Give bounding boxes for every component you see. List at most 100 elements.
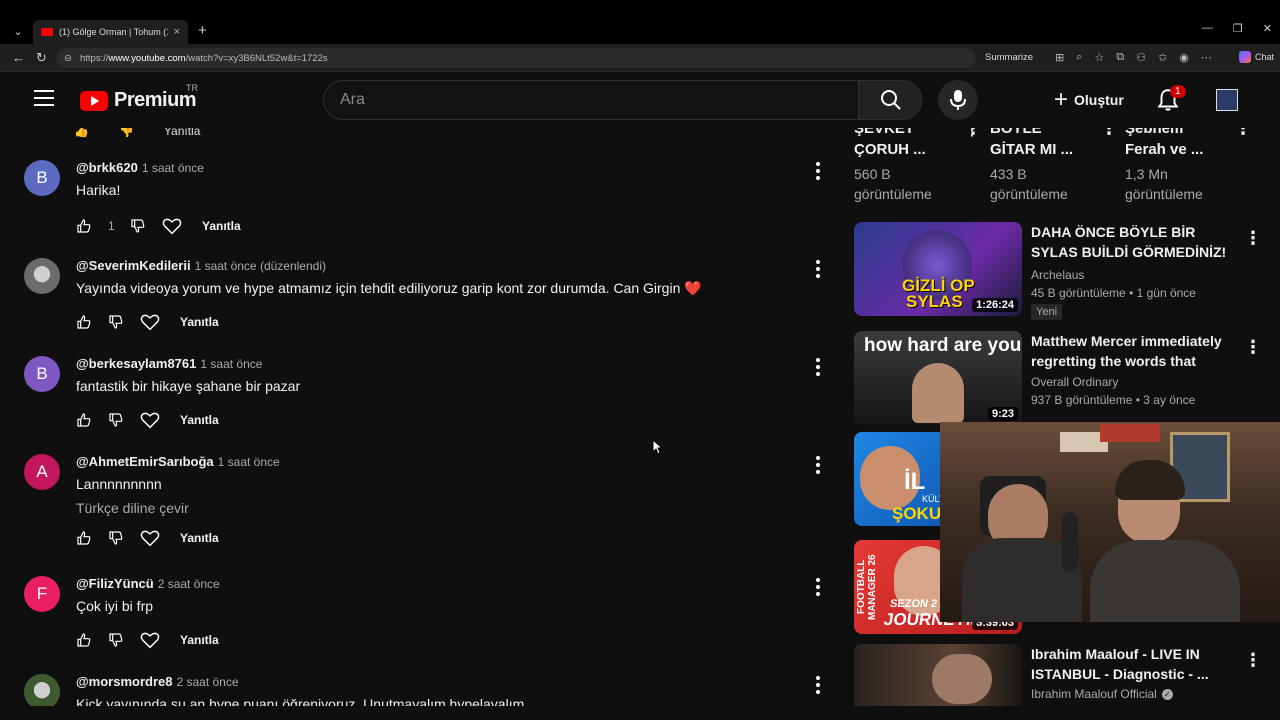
like-icon[interactable] [76,630,108,650]
heart-icon[interactable] [140,630,172,650]
reply-button[interactable]: Yanıtla [164,128,200,138]
tab-search-chevron-icon[interactable]: ⌄ [8,22,28,42]
comment-time[interactable]: 1 saat önce (düzenlendi) [195,259,326,273]
comment-author[interactable]: @morsmordre8 [76,674,172,689]
dislike-icon[interactable] [108,528,140,548]
back-icon[interactable]: ← [12,50,25,65]
comment-author[interactable]: @AhmetEmirSarıboğa [76,454,214,469]
comment-avatar[interactable]: B [24,160,60,196]
menu-icon[interactable] [34,90,54,106]
maximize-icon[interactable]: ❐ [1233,22,1243,35]
heart-icon[interactable] [140,312,172,332]
recommended-video[interactable]: how hard are you? 9:23 Matthew Mercer im… [854,331,1264,425]
browser-tab[interactable]: (1) Gölge Orman | Tohum (1. Bölüm × [33,20,188,44]
video-meta: 45 B görüntüleme • 1 gün önce [1031,286,1196,300]
video-channel[interactable]: Ibrahim Maalouf Official ✓ [1031,687,1231,701]
reader-icon[interactable]: ⊞ [1055,51,1064,64]
search-button[interactable] [858,80,922,120]
video-thumbnail[interactable]: GİZLİ OP SYLAS 1:26:24 [854,222,1022,316]
translate-link[interactable]: Türkçe diline çevir [76,500,189,516]
video-thumbnail[interactable]: how hard are you? 9:23 [854,331,1022,425]
site-info-icon[interactable]: ⊝ [64,53,72,64]
more-options-icon[interactable]: ⋮ [1244,228,1262,249]
heart-icon[interactable] [140,528,172,548]
dislike-icon[interactable] [108,630,140,650]
like-icon[interactable]: 👍 [74,128,89,138]
comment-more-options-icon[interactable] [814,260,822,278]
comment-time[interactable]: 1 saat önce [142,161,204,175]
more-options-icon[interactable]: ⋮ [1244,650,1262,671]
short-more-options-icon[interactable]: ⋮ [1234,128,1252,139]
comment-more-options-icon[interactable] [814,676,822,694]
favorites-icon[interactable]: ✩ [1158,51,1167,64]
youtube-premium-logo[interactable]: Premium TR [80,83,198,112]
reply-button[interactable]: Yanıtla [180,531,219,545]
url-input[interactable]: ⊝ https://www.youtube.com/watch?v=xy3B6N… [56,48,976,68]
comment-time[interactable]: 2 saat önce [158,577,220,591]
more-options-icon[interactable]: ⋮ [1244,337,1262,358]
like-icon[interactable] [76,410,108,430]
zoom-icon[interactable]: ⌕ [1076,51,1082,64]
comment-author[interactable]: @berkesaylam8761 [76,356,196,371]
comment-more-options-icon[interactable] [814,358,822,376]
video-channel[interactable]: Overall Ordinary [1031,375,1231,389]
new-tab-icon[interactable]: + [198,22,207,39]
short-more-options-icon[interactable]: ⋮ [1100,128,1118,139]
reply-button[interactable]: Yanıtla [180,413,219,427]
comment-author[interactable]: @SeverimKedilerii [76,258,191,273]
comment-text: Yayında videoya yorum ve hype atmamız iç… [76,280,702,296]
dislike-icon[interactable]: 👎 [119,128,134,138]
comment-avatar[interactable]: A [24,454,60,490]
comment-more-options-icon[interactable] [814,162,822,180]
video-channel[interactable]: Archelaus [1031,268,1231,282]
short-more-options-icon[interactable]: ⋮ [964,128,982,139]
heart-icon[interactable] [162,216,194,236]
search-input[interactable]: Ara [323,80,859,120]
account-avatar[interactable] [1216,89,1238,111]
video-title[interactable]: Matthew Mercer immediately regretting th… [1031,331,1231,371]
comment-time[interactable]: 2 saat önce [176,675,238,689]
more-icon[interactable]: ⋯ [1201,51,1212,64]
reload-icon[interactable]: ↻ [36,50,47,66]
recommended-video[interactable]: GİZLİ OP SYLAS 1:26:24 DAHA ÖNCE BÖYLE B… [854,222,1264,320]
heart-icon[interactable] [140,410,172,430]
comment-author[interactable]: @FilizYüncü [76,576,154,591]
reply-button[interactable]: Yanıtla [202,219,241,233]
dislike-icon[interactable] [108,312,140,332]
favorite-star-icon[interactable]: ☆ [1094,51,1104,64]
picture-in-picture-video[interactable] [940,422,1280,622]
video-thumbnail[interactable] [854,644,1022,706]
comment-time[interactable]: 1 saat önce [218,455,280,469]
reply-button[interactable]: Yanıtla [180,315,219,329]
like-icon[interactable] [76,216,108,236]
short-item[interactable]: BÖYLE GİTAR MI ... 433 Bgörüntüleme [990,128,1110,204]
comment-avatar[interactable] [24,674,60,706]
reply-button[interactable]: Yanıtla [180,633,219,647]
copilot-chat-button[interactable]: Chat [1238,51,1274,63]
recommended-video[interactable]: Ibrahim Maalouf - LIVE IN ISTANBUL - Dia… [854,644,1264,706]
profile-icon[interactable]: ◉ [1179,51,1189,64]
like-icon[interactable] [76,528,108,548]
comment-avatar[interactable]: B [24,356,60,392]
close-window-icon[interactable]: ✕ [1263,22,1272,35]
dislike-icon[interactable] [130,216,162,236]
comment-more-options-icon[interactable] [814,578,822,596]
video-title[interactable]: Ibrahim Maalouf - LIVE IN ISTANBUL - Dia… [1031,644,1231,684]
dislike-icon[interactable] [108,410,140,430]
voice-search-button[interactable] [938,80,978,120]
comment-time[interactable]: 1 saat önce [200,357,262,371]
short-item[interactable]: ŞEVKET ÇORUH ... 560 Bgörüntüleme ⋮ [854,128,980,204]
comment-author[interactable]: @brkk620 [76,160,138,175]
create-button[interactable]: + Oluştur [1040,80,1138,120]
video-title[interactable]: DAHA ÖNCE BÖYLE BİR SYLAS BUİLDİ GÖRMEDİ… [1031,222,1231,262]
comment-more-options-icon[interactable] [814,456,822,474]
split-screen-icon[interactable]: ⚇ [1136,51,1146,64]
short-item[interactable]: Şebnem Ferah ve ... 1,3 Mn görüntüleme [1125,128,1245,204]
minimize-icon[interactable]: — [1202,22,1213,35]
close-tab-icon[interactable]: × [174,26,180,38]
like-icon[interactable] [76,312,108,332]
comment-avatar[interactable]: F [24,576,60,612]
extension-icon[interactable]: ⧉ [1116,51,1124,64]
summarize-button[interactable]: Summarize [985,52,1033,63]
comment-avatar[interactable] [24,258,60,294]
